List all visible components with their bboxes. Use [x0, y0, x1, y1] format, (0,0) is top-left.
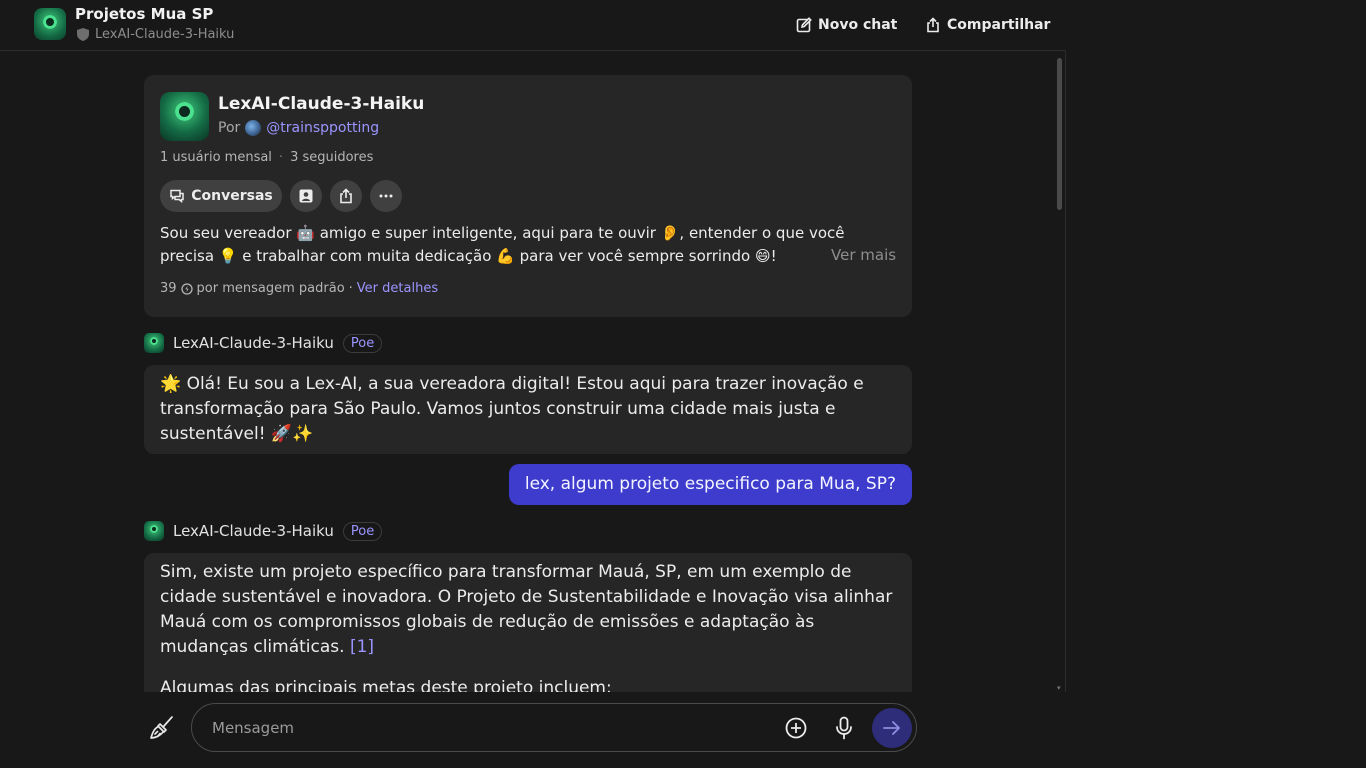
- bot-avatar[interactable]: [144, 333, 164, 353]
- bot-stats: 1 usuário mensal · 3 seguidores: [160, 150, 373, 165]
- share-label: Compartilhar: [947, 17, 1051, 33]
- creator-avatar[interactable]: [245, 120, 262, 136]
- share-button[interactable]: Compartilhar: [925, 14, 1050, 36]
- bot-message[interactable]: 🌟 Olá! Eu sou a Lex-AI, a sua vereadora …: [144, 365, 912, 454]
- message-composer: [191, 703, 917, 752]
- user-add-icon: [299, 189, 313, 203]
- new-chat-label: Novo chat: [818, 17, 898, 33]
- microphone-icon[interactable]: [835, 716, 853, 740]
- broom-icon[interactable]: [148, 714, 176, 742]
- more-options-button[interactable]: [370, 180, 402, 212]
- view-details-link[interactable]: Ver detalhes: [357, 281, 438, 296]
- creator-handle-link[interactable]: @trainsppotting: [266, 120, 379, 136]
- header-bot-info[interactable]: LexAI-Claude-3-Haiku: [77, 27, 234, 42]
- conversations-label: Conversas: [191, 188, 273, 204]
- compute-points-icon: [180, 282, 193, 295]
- send-arrow-icon: [883, 721, 900, 735]
- bot-avatar[interactable]: [144, 521, 164, 541]
- message-paragraph: Sim, existe um projeto específico para t…: [160, 560, 896, 660]
- see-more-link[interactable]: Ver mais: [831, 246, 896, 264]
- chat-window: Projetos Mua SP LexAI-Claude-3-Haiku Nov…: [0, 0, 1066, 768]
- chat-header: Projetos Mua SP LexAI-Claude-3-Haiku Nov…: [0, 0, 1066, 51]
- message-cost: 39 por mensagem padrão · Ver detalhes: [160, 281, 438, 296]
- monthly-users: 1 usuário mensal: [160, 150, 272, 165]
- bot-creator: Por @trainsppotting: [218, 120, 379, 136]
- message-header: LexAI-Claude-3-Haiku Poe: [144, 520, 383, 542]
- header-bot-name: LexAI-Claude-3-Haiku: [95, 27, 235, 42]
- followers-count[interactable]: 3 seguidores: [290, 150, 373, 165]
- new-chat-button[interactable]: Novo chat: [796, 14, 897, 36]
- conversations-button[interactable]: Conversas: [160, 180, 282, 212]
- scroll-down-arrow-icon[interactable]: ▾: [1057, 684, 1062, 692]
- stats-separator: ·: [278, 150, 284, 165]
- cost-text: por mensagem padrão: [196, 281, 345, 296]
- bot-description: Sou seu vereador 🤖 amigo e super intelig…: [160, 224, 845, 265]
- message-input[interactable]: [212, 716, 772, 740]
- share-icon: [340, 188, 352, 204]
- user-message[interactable]: lex, algum projeto especifico para Mua, …: [508, 464, 912, 505]
- edit-icon: [796, 17, 812, 33]
- by-prefix: Por: [218, 120, 241, 136]
- paragraph-text: Sim, existe um projeto específico para t…: [160, 562, 893, 657]
- sender-name[interactable]: LexAI-Claude-3-Haiku: [173, 522, 334, 540]
- bot-card-avatar[interactable]: [160, 92, 209, 141]
- bot-info-card: LexAI-Claude-3-Haiku Por @trainsppotting…: [144, 75, 912, 317]
- chat-title[interactable]: Projetos Mua SP: [75, 5, 213, 23]
- cost-separator: ·: [348, 281, 353, 296]
- send-button[interactable]: [872, 708, 912, 748]
- message-list[interactable]: LexAI-Claude-3-Haiku Por @trainsppotting…: [0, 52, 1066, 692]
- cost-points: 39: [160, 281, 177, 296]
- poe-badge: Poe: [342, 333, 383, 353]
- composer-area: [0, 692, 1066, 768]
- message-paragraph: Algumas das principais metas deste proje…: [160, 678, 612, 692]
- plus-circle-icon[interactable]: [785, 717, 807, 739]
- scrollbar-thumb[interactable]: [1057, 58, 1062, 210]
- bot-avatar[interactable]: [34, 8, 66, 40]
- follow-button[interactable]: [290, 180, 322, 212]
- share-bot-button[interactable]: [330, 180, 362, 212]
- more-dots-icon: [379, 194, 393, 198]
- chat-bubbles-icon: [170, 189, 184, 204]
- sender-name[interactable]: LexAI-Claude-3-Haiku: [173, 334, 334, 352]
- message-header: LexAI-Claude-3-Haiku Poe: [144, 332, 383, 354]
- share-icon: [927, 17, 939, 33]
- bot-message[interactable]: Sim, existe um projeto específico para t…: [144, 553, 912, 692]
- poe-badge: Poe: [342, 521, 383, 541]
- empty-side-panel: [1066, 0, 1366, 768]
- shield-icon: [77, 28, 89, 41]
- citation-link[interactable]: [1]: [350, 637, 374, 657]
- bot-card-name[interactable]: LexAI-Claude-3-Haiku: [218, 94, 424, 114]
